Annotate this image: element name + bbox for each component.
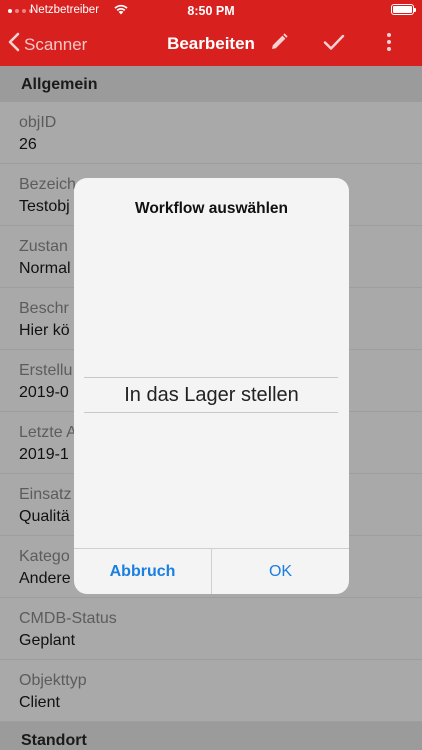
more-button[interactable]	[377, 32, 401, 56]
back-button[interactable]: Scanner	[8, 32, 87, 57]
field-value: Hier kö	[19, 322, 70, 339]
dialog-button-bar: Abbruch OK	[74, 548, 349, 594]
chevron-left-icon	[8, 32, 20, 57]
cancel-button[interactable]: Abbruch	[74, 549, 212, 594]
field-label: Einsatz	[19, 486, 72, 503]
workflow-picker-option[interactable]: In das Lager stellen	[74, 384, 349, 407]
field-value: Andere	[19, 570, 71, 587]
back-button-label: Scanner	[24, 34, 88, 54]
list-item[interactable]: Objekttyp Client	[0, 660, 422, 722]
field-label: Bezeich	[19, 176, 76, 193]
field-label: Katego	[19, 548, 70, 565]
more-vertical-icon	[386, 32, 392, 57]
field-label: Erstellu	[19, 362, 73, 379]
field-label: Zustan	[19, 238, 68, 255]
field-label: Beschr	[19, 300, 69, 317]
ok-button[interactable]: OK	[212, 549, 349, 594]
top-bar: Netzbetreiber 8:50 PM Scanner Bearbeiten	[0, 0, 422, 66]
field-value: Client	[19, 694, 60, 711]
edit-button[interactable]	[267, 32, 291, 56]
field-value: Normal	[19, 260, 71, 277]
status-bar: Netzbetreiber 8:50 PM	[0, 0, 422, 22]
field-value: 2019-1	[19, 446, 69, 463]
navigation-bar: Scanner Bearbeiten	[0, 22, 422, 66]
field-label: objID	[19, 114, 57, 131]
status-time: 8:50 PM	[187, 4, 235, 18]
field-label: Letzte A	[19, 424, 77, 441]
list-item[interactable]: objID 26	[0, 102, 422, 164]
confirm-button[interactable]	[322, 32, 346, 56]
field-value: Qualitä	[19, 508, 70, 525]
field-value: Testobj	[19, 198, 70, 215]
field-label: Objekttyp	[19, 672, 87, 689]
field-value: 26	[19, 136, 37, 153]
workflow-dialog: Workflow auswählen In das Lager stellen …	[74, 178, 349, 594]
section-header-general: Allgemein	[0, 66, 422, 102]
list-item[interactable]: CMDB-Status Geplant	[0, 598, 422, 660]
pencil-icon	[269, 32, 289, 57]
battery-icon	[391, 4, 416, 15]
dialog-title: Workflow auswählen	[134, 200, 289, 217]
field-value: Geplant	[19, 632, 76, 649]
field-label: CMDB-Status	[19, 610, 117, 627]
checkmark-icon	[323, 33, 345, 56]
section-header-location: Standort	[0, 722, 422, 750]
field-value: 2019-0	[19, 384, 69, 401]
